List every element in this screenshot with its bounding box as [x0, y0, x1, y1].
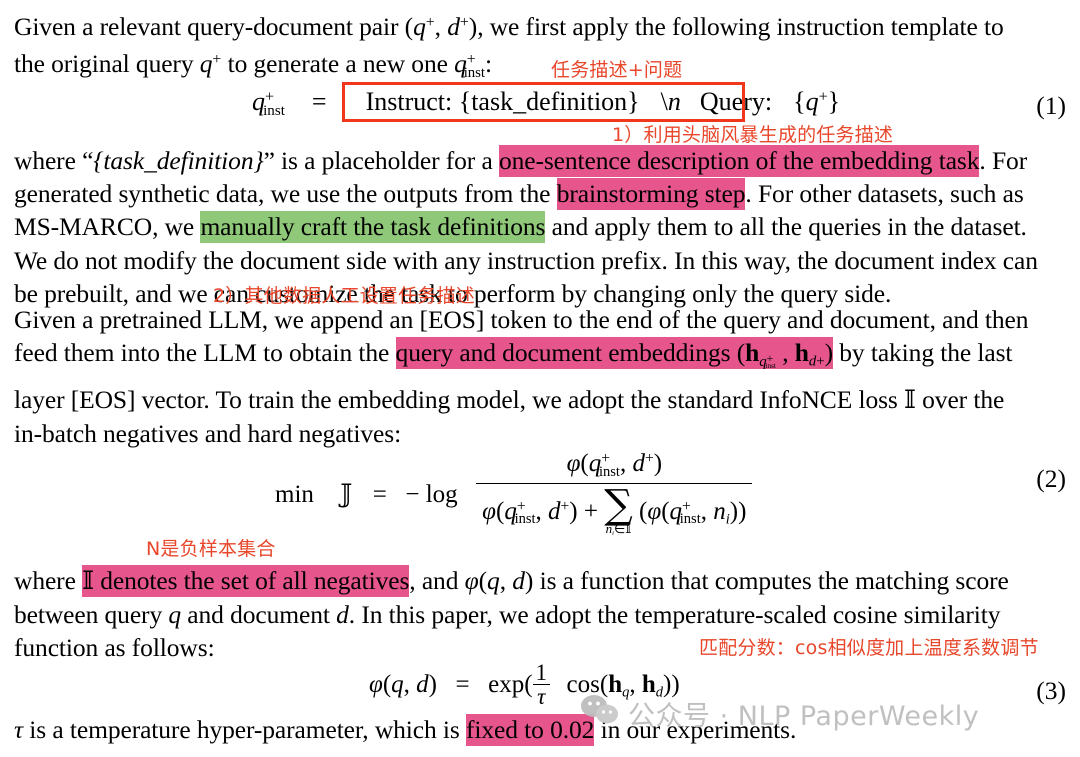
annotation-n-is-negative-set: N是负样本集合	[146, 538, 276, 560]
paragraph-intro: Given a relevant query-document pair (q+…	[14, 6, 1066, 91]
equation-2: min 𝕁 = − log φ(q+inst, d+) φ(q+inst, d+…	[275, 450, 753, 541]
paragraph-task-definition-line-2: generated synthetic data, we use the out…	[14, 178, 1024, 211]
eq1-equals: =	[311, 87, 327, 116]
eq1-newline-token: \	[660, 87, 668, 116]
eq2-numerator: φ(q+inst, d+)	[566, 450, 663, 480]
paragraph-task-definition-line-1: where “{task_definition}” is a placehold…	[14, 145, 1028, 177]
highlight-one-sentence-description: one-sentence description of the embeddin…	[498, 145, 980, 177]
eq2-denominator: φ(q+inst, d+) + ∑ ni∈𝕀 (φ(q+inst, ni))	[476, 481, 753, 541]
paragraph-embedding-model: Given a pretrained LLM, we append an [EO…	[14, 303, 1066, 450]
highlight-brainstorming-step: brainstorming step	[556, 178, 746, 211]
equation-3-number: (3)	[1036, 676, 1066, 705]
paragraph-intro-line-1: Given a relevant query-document pair (q+…	[14, 12, 1004, 42]
paragraph-negatives-definition-line-1: where 𝕀 denotes the set of all negatives…	[14, 565, 1009, 597]
eq2-sum-sign: ∑	[604, 481, 633, 528]
eq3-one-over-tau: 1τ	[532, 660, 551, 710]
eq1-query-placeholder: {q+}	[793, 87, 841, 116]
annotation-task-description-question: 任务描述+问题	[551, 59, 683, 81]
paragraph-embedding-model-line-3: layer [EOS] vector. To train the embeddi…	[14, 384, 1005, 415]
eq2-loss-symbol: 𝕁	[340, 479, 353, 509]
highlight-query-document-embeddings: query and document embeddings (hq+inst ,…	[395, 337, 833, 371]
eq1-query-label: Query:	[699, 87, 773, 116]
wechat-icon	[580, 694, 620, 733]
paragraph-embedding-model-line-2: feed them into the LLM to obtain the que…	[14, 337, 1013, 371]
watermark: 公众号 · NLP PaperWeekly	[580, 694, 979, 733]
eq2-min: min	[275, 481, 314, 509]
annotation-brainstorm-generated-task-desc: 1）利用头脑风暴生成的任务描述	[612, 124, 894, 146]
highlight-n-denotes-negatives: 𝕀 denotes the set of all negatives	[82, 565, 410, 597]
annotation-matching-score-cos-temperature: 匹配分数：cos相似度加上温度系数调节	[699, 637, 1039, 659]
equation-2-number: (2)	[1036, 464, 1066, 493]
eq3-frac-den: τ	[532, 684, 551, 709]
paragraph-embedding-model-line-4: in-batch negatives and hard negatives:	[14, 418, 402, 448]
eq3-frac-num: 1	[535, 660, 548, 685]
eq3-exp: exp(	[488, 671, 533, 699]
paper-page: Given a relevant query-document pair (q+…	[0, 0, 1080, 757]
paragraph-task-definition-line-3: MS-MARCO, we manually craft the task def…	[14, 211, 1027, 244]
eq1-instruct-text: Instruct: {task_definition}	[365, 87, 640, 116]
eq2-equals: =	[372, 481, 387, 509]
eq1-boxed-template: Instruct: {task_definition} \n Query: {q…	[365, 87, 841, 116]
highlight-fixed-to-002: fixed to 0.02	[466, 714, 595, 746]
paragraph-intro-line-2: the original query q+ to generate a new …	[14, 49, 493, 82]
highlight-manually-craft-task-definitions: manually craft the task definitions	[200, 211, 546, 244]
eq2-sum-subscript: ni∈𝕀	[605, 520, 632, 537]
paragraph-negatives-definition-line-2: between query q and document d. In this …	[14, 600, 1001, 630]
paragraph-task-definition: where “{task_definition}” is a placehold…	[14, 144, 1066, 310]
paragraph-embedding-model-line-1: Given a pretrained LLM, we append an [EO…	[14, 305, 1029, 334]
eq3-equals: =	[455, 671, 470, 699]
watermark-text: 公众号 · NLP PaperWeekly	[628, 701, 980, 732]
paragraph-task-definition-line-4: We do not modify the document side with …	[14, 245, 1038, 275]
eq2-fraction: φ(q+inst, d+) φ(q+inst, d+) + ∑ ni∈𝕀 (φ(…	[476, 450, 753, 541]
equation-1-number: (1)	[1036, 91, 1066, 120]
eq2-neg-log: − log	[405, 481, 458, 509]
eq2-summation: ∑ ni∈𝕀	[604, 481, 633, 541]
equation-1: q+inst = Instruct: {task_definition} \n …	[252, 85, 850, 120]
eq3-phi: φ	[369, 671, 383, 699]
